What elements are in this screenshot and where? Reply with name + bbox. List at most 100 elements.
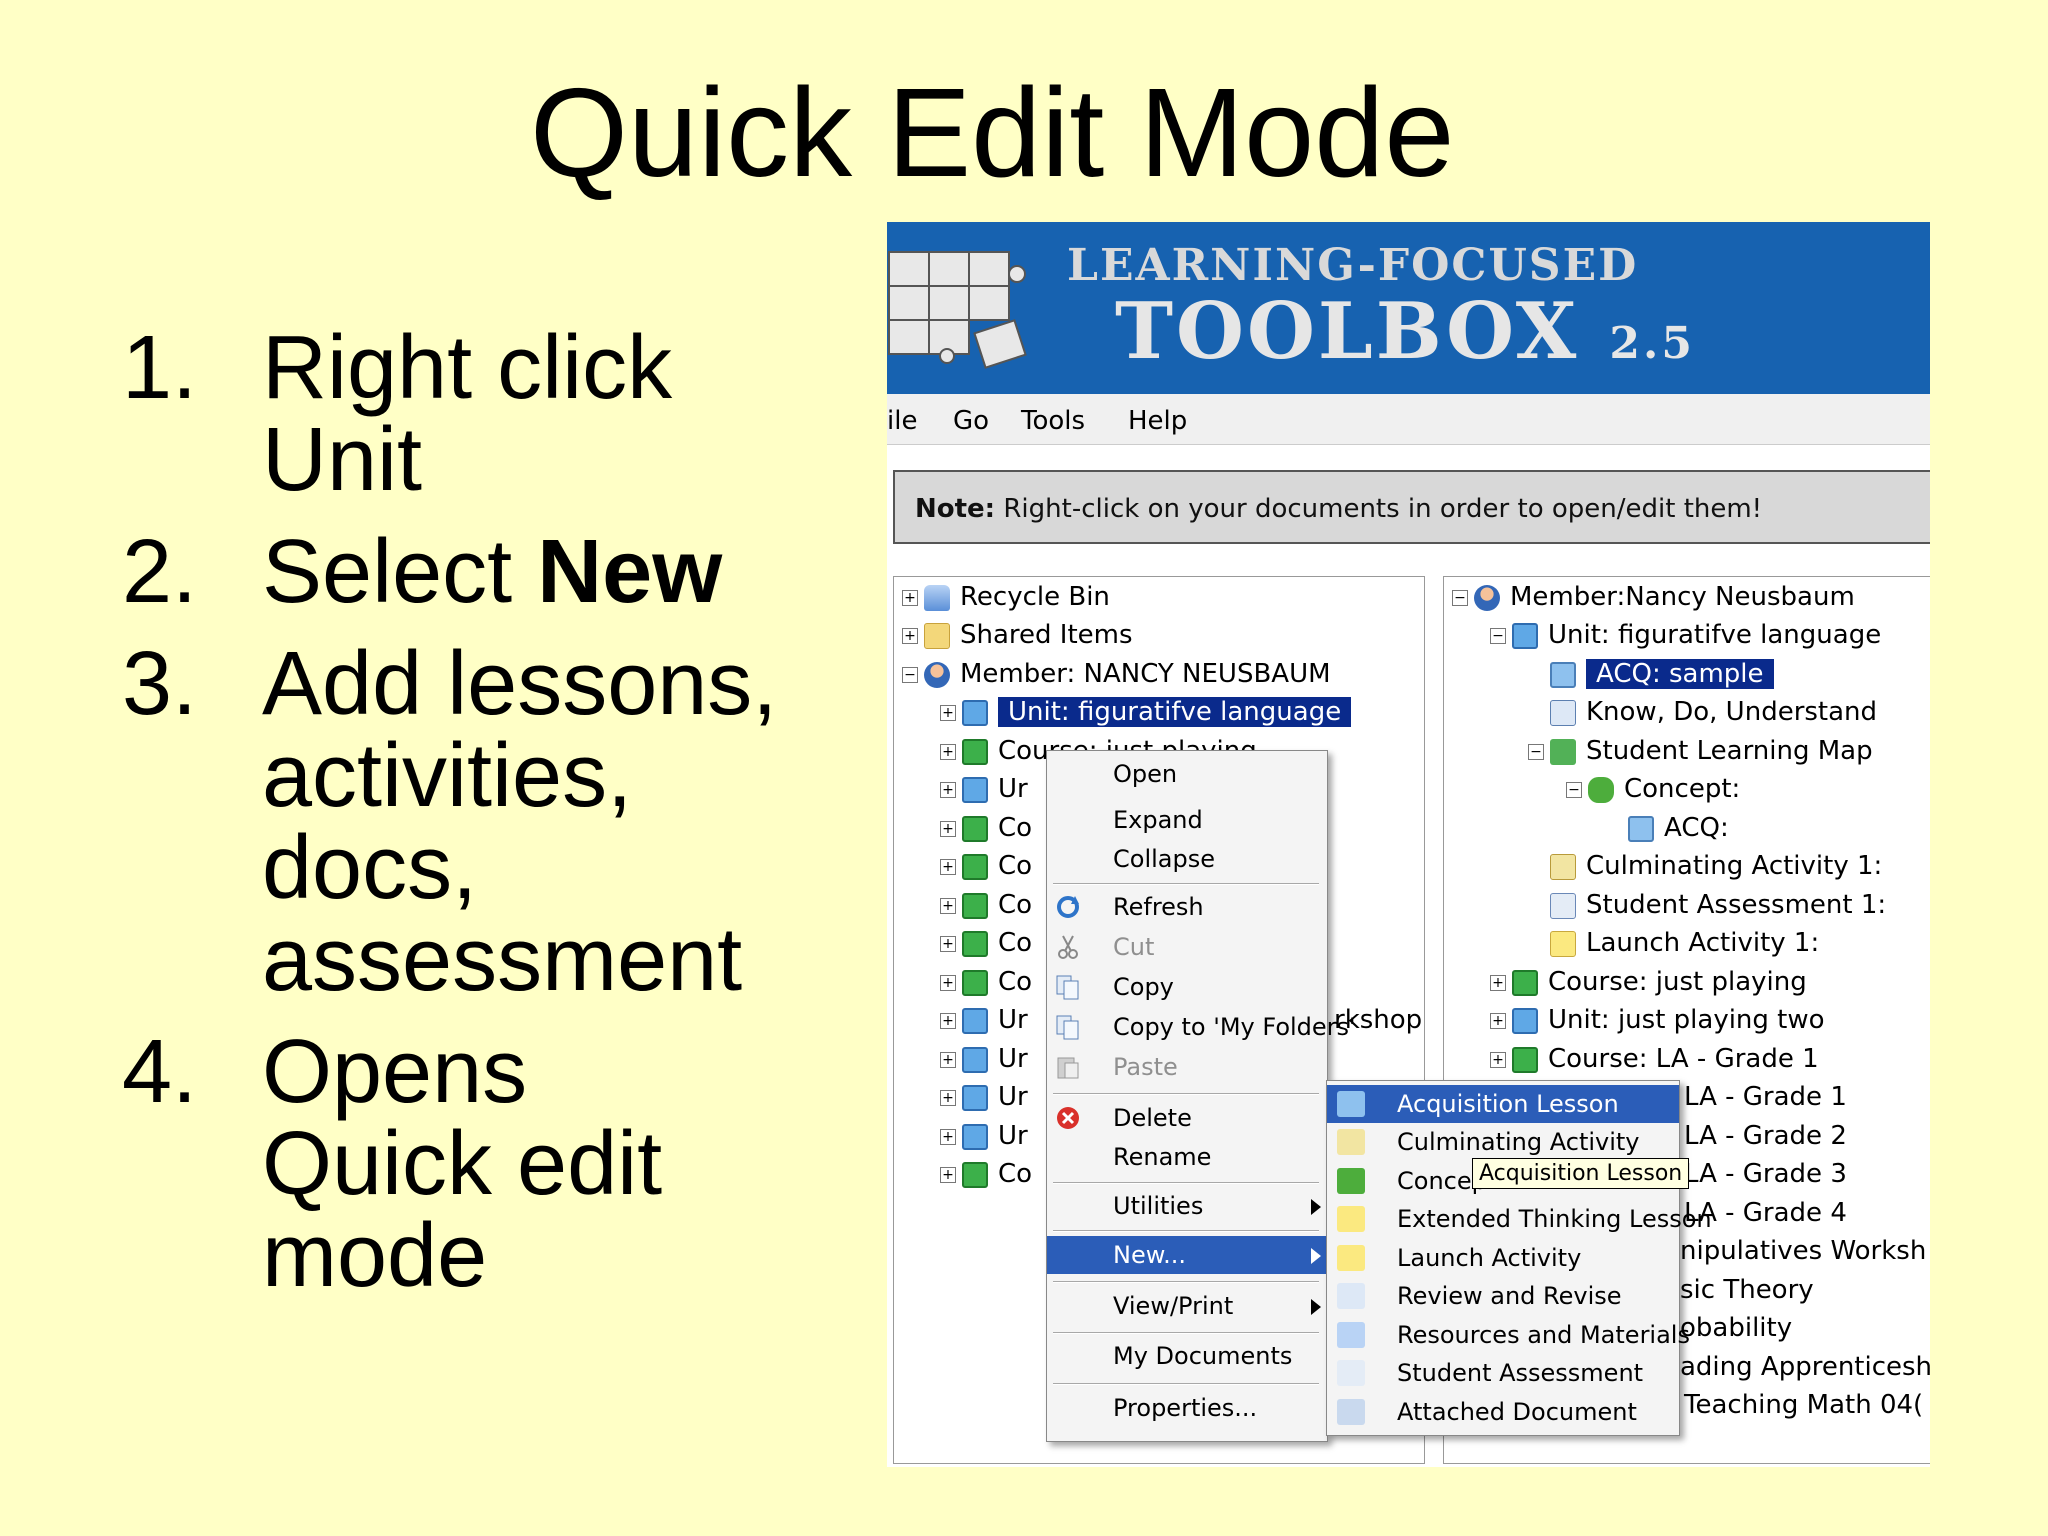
tree-node-unit[interactable]: − Unit: figuratifve language [1490, 617, 1881, 653]
expand-icon[interactable]: + [1490, 974, 1506, 991]
submenu-item-extended-thinking-lesson[interactable]: Extended Thinking Lesson [1327, 1200, 1712, 1238]
menu-separator [1053, 1093, 1319, 1095]
tree-node[interactable]: Culminating Activity 1: [1550, 848, 1882, 884]
tree-node-tail[interactable]: LA - Grade 1 [1684, 1079, 1847, 1115]
expand-icon[interactable]: + [940, 897, 956, 914]
tree-node[interactable]: + Ur [940, 771, 1028, 807]
expand-icon[interactable]: + [940, 1089, 956, 1106]
tree-node[interactable]: Student Assessment 1: [1550, 887, 1886, 923]
expand-icon[interactable]: + [940, 1012, 956, 1029]
step-1: 1. Right click Unit [122, 322, 882, 506]
tree-node-member[interactable]: − Member:Nancy Neusbaum [1452, 579, 1855, 615]
submenu-item-acquisition-lesson[interactable]: Acquisition Lesson [1327, 1085, 1679, 1123]
member-icon [1474, 584, 1500, 611]
tree-node[interactable]: + Course: LA - Grade 1 [1490, 1041, 1819, 1077]
expand-icon[interactable]: + [940, 858, 956, 875]
tree-node[interactable]: + Ur [940, 1079, 1028, 1115]
menu-item-copy-to-my-folders[interactable]: Copy to 'My Folders' [1047, 1008, 1356, 1046]
submenu-item-resources-and-materials[interactable]: Resources and Materials [1327, 1316, 1690, 1354]
menu-item-properties[interactable]: Properties... [1047, 1389, 1327, 1427]
expand-icon[interactable]: + [940, 1128, 956, 1145]
menu-item-delete[interactable]: Delete [1047, 1099, 1327, 1137]
expand-icon[interactable]: + [940, 781, 956, 798]
collapse-icon[interactable]: − [1452, 589, 1468, 606]
extended-thinking-icon [1337, 1206, 1365, 1232]
collapse-icon[interactable]: − [902, 666, 918, 683]
tree-node[interactable]: + Ur [940, 1002, 1028, 1038]
menu-item-label: Rename [1113, 1143, 1212, 1171]
menu-item-copy[interactable]: Copy [1047, 968, 1327, 1006]
menu-item-view-print[interactable]: View/Print [1047, 1287, 1327, 1325]
tree-node[interactable]: + Course: just playing [1490, 964, 1807, 1000]
menu-item-cut[interactable]: Cut [1047, 928, 1327, 966]
menu-item-new[interactable]: New... [1047, 1236, 1327, 1274]
menu-item-rename[interactable]: Rename [1047, 1138, 1327, 1176]
menu-item-paste[interactable]: Paste [1047, 1048, 1327, 1086]
submenu-item-culminating-activity[interactable]: Culminating Activity [1327, 1123, 1679, 1161]
tree-node-tail[interactable]: obability [1680, 1310, 1792, 1346]
expand-icon[interactable]: + [940, 974, 956, 991]
expand-icon[interactable]: + [1490, 1012, 1506, 1029]
tree-node-tail[interactable]: sic Theory [1680, 1272, 1814, 1308]
menu-item-open[interactable]: Open [1047, 755, 1327, 793]
tree-node[interactable]: − Concept: [1566, 771, 1740, 807]
collapse-icon[interactable]: − [1490, 627, 1506, 644]
expand-icon[interactable]: + [1490, 1051, 1506, 1068]
tree-node-recycle-bin[interactable]: + Recycle Bin [902, 579, 1110, 615]
expand-icon[interactable]: + [940, 1166, 956, 1183]
menu-item-my-documents[interactable]: My Documents [1047, 1337, 1327, 1375]
menu-file[interactable]: ile [887, 406, 917, 436]
tree-node[interactable]: + Co [940, 964, 1032, 1000]
submenu-item-launch-activity[interactable]: Launch Activity [1327, 1239, 1679, 1277]
tree-node-acq-selected[interactable]: ACQ: sample [1550, 656, 1774, 692]
step-text-line: assessment [262, 910, 743, 1010]
expand-icon[interactable]: + [940, 743, 956, 760]
expand-icon[interactable]: + [902, 589, 918, 606]
menu-tools[interactable]: Tools [1021, 406, 1085, 436]
tree-node[interactable]: Launch Activity 1: [1550, 925, 1819, 961]
tree-node-label: Recycle Bin [960, 582, 1110, 612]
menu-item-refresh[interactable]: Refresh [1047, 888, 1327, 926]
expand-icon[interactable]: + [902, 627, 918, 644]
menu-item-collapse[interactable]: Collapse [1047, 840, 1327, 878]
submenu-item-student-assessment[interactable]: Student Assessment [1327, 1354, 1679, 1392]
tree-node[interactable]: + Co [940, 848, 1032, 884]
tree-node[interactable]: Know, Do, Understand [1550, 694, 1877, 730]
step-number: 1. [122, 318, 198, 418]
tree-node-label: Course: just playing [1548, 967, 1807, 997]
tree-node-unit-selected[interactable]: + Unit: figuratifve language [940, 694, 1352, 730]
tree-node-shared-items[interactable]: + Shared Items [902, 617, 1133, 653]
tree-node-tail[interactable]: nipulatives Worksh [1680, 1233, 1926, 1269]
tree-node[interactable]: + Ur [940, 1118, 1028, 1154]
submenu-item-attached-document[interactable]: Attached Document [1327, 1393, 1679, 1431]
tree-node-member[interactable]: − Member: NANCY NEUSBAUM [902, 656, 1331, 692]
collapse-icon[interactable]: − [1528, 743, 1544, 760]
expand-icon[interactable]: + [940, 935, 956, 952]
expand-icon[interactable]: + [940, 704, 956, 721]
note-text: Note: Right-click on your documents in o… [915, 494, 1762, 524]
submenu-item-review-and-revise[interactable]: Review and Revise [1327, 1277, 1679, 1315]
tree-node[interactable]: + Co [940, 887, 1032, 923]
menu-help[interactable]: Help [1128, 406, 1187, 436]
tree-node[interactable]: + Co [940, 1156, 1032, 1192]
tree-node-label: Co [998, 890, 1033, 920]
tree-node-tail[interactable]: LA - Grade 3 [1684, 1156, 1847, 1192]
expand-icon[interactable]: + [940, 1051, 956, 1068]
menu-item-utilities[interactable]: Utilities [1047, 1187, 1327, 1225]
tree-node[interactable]: − Student Learning Map [1528, 733, 1873, 769]
tree-node-tail[interactable]: LA - Grade 2 [1684, 1118, 1847, 1154]
tree-node[interactable]: ACQ: [1628, 810, 1729, 846]
menu-item-label: Collapse [1113, 845, 1215, 873]
menu-item-expand[interactable]: Expand [1047, 801, 1327, 839]
tree-node[interactable]: + Co [940, 925, 1032, 961]
collapse-icon[interactable]: − [1566, 781, 1582, 798]
submenu-arrow-icon [1311, 1248, 1321, 1264]
tree-node[interactable]: + Co [940, 810, 1032, 846]
tree-node-tail[interactable]: ading Apprenticesh [1680, 1349, 1930, 1385]
tree-node[interactable]: + Unit: just playing two [1490, 1002, 1825, 1038]
expand-icon[interactable]: + [940, 820, 956, 837]
tree-node[interactable]: + Ur [940, 1041, 1028, 1077]
menu-item-label: New... [1113, 1241, 1187, 1269]
tree-node-tail[interactable]: Teaching Math 04( [1684, 1387, 1923, 1423]
menu-go[interactable]: Go [953, 406, 989, 436]
